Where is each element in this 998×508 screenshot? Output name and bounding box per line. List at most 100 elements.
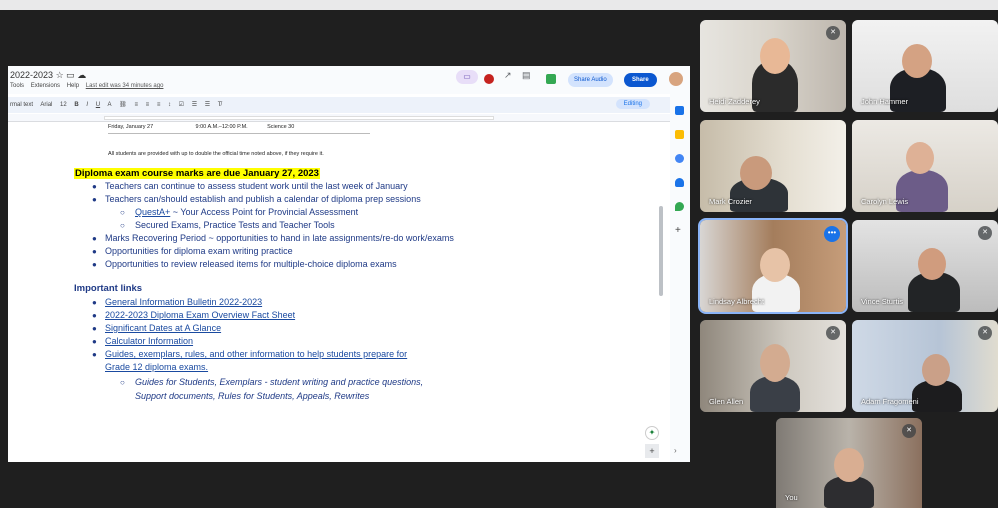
align-left-icon[interactable]: ≡ xyxy=(134,102,138,108)
mic-muted-icon: ✕ xyxy=(902,424,916,438)
participant-tile[interactable]: Mark Crozier xyxy=(700,120,846,212)
link-significant-dates[interactable]: Significant Dates at A Glance xyxy=(105,323,221,333)
link-calculator[interactable]: Calculator Information xyxy=(105,336,193,346)
menu-tools[interactable]: Tools xyxy=(10,83,24,89)
editing-mode-button[interactable]: Editing xyxy=(615,99,650,109)
participant-name: Carolyn Lewis xyxy=(861,197,909,206)
mic-muted-icon: ✕ xyxy=(826,26,840,40)
participant-tile[interactable]: ✕ Adam Fragomeni xyxy=(852,320,998,412)
doc-menubar: Tools Extensions Help Last edit was 34 m… xyxy=(10,83,168,89)
participant-name: John Hammer xyxy=(861,97,909,106)
guides-detail-line: Guides for Students, Exemplars - student… xyxy=(135,377,424,387)
participant-name: Mark Crozier xyxy=(709,197,752,206)
side-panel-rail: + xyxy=(670,94,690,462)
cloud-icon: ☁ xyxy=(77,70,87,80)
doc-scrollbar[interactable] xyxy=(659,206,663,296)
menu-help[interactable]: Help xyxy=(67,83,79,89)
bullet-dot: ● xyxy=(92,260,97,269)
bulleted-list-icon[interactable]: ☰ xyxy=(192,102,197,108)
bullet-dot: ● xyxy=(92,234,97,243)
bullet-dot: ● xyxy=(92,247,97,256)
participant-tile[interactable]: John Hammer xyxy=(852,20,998,112)
shared-screen: 2022-2023 ☆ ▭ ☁ Tools Extensions Help La… xyxy=(8,66,690,462)
mic-muted-icon: ✕ xyxy=(978,326,992,340)
sub-bullet: ○ xyxy=(120,221,125,230)
participant-name: You xyxy=(785,493,798,502)
top-strip xyxy=(0,0,998,10)
explore-icon[interactable]: ✦ xyxy=(645,426,659,440)
contacts-icon[interactable] xyxy=(675,178,684,187)
list-item: Opportunities for diploma exam writing p… xyxy=(105,246,293,256)
bullet-dot: ● xyxy=(92,337,97,346)
participant-tile[interactable]: ✕ Heidi Zadderey xyxy=(700,20,846,112)
style-select[interactable]: rmal text xyxy=(10,102,33,108)
add-ons-plus-icon[interactable]: + xyxy=(675,226,684,236)
doc-titlebar: 2022-2023 ☆ ▭ ☁ Tools Extensions Help La… xyxy=(8,66,690,94)
star-icon[interactable]: ☆ xyxy=(56,70,64,80)
participant-name: Lindsay Albrecht xyxy=(709,297,765,306)
ruler xyxy=(8,114,690,122)
bullet-dot: ● xyxy=(92,350,97,359)
participant-tile-active[interactable]: ••• Lindsay Albrecht xyxy=(698,218,848,314)
time-note: All students are provided with up to dou… xyxy=(108,151,324,157)
folder-icon[interactable]: ▭ xyxy=(66,70,75,80)
activity-icon[interactable]: ↗ xyxy=(504,70,514,80)
align-right-icon[interactable]: ≡ xyxy=(157,102,161,108)
ruler-bar xyxy=(104,116,494,120)
calendar-icon[interactable] xyxy=(675,106,684,115)
mic-muted-icon: ✕ xyxy=(826,326,840,340)
account-avatar[interactable] xyxy=(669,72,683,86)
self-view-tile[interactable]: ✕ You xyxy=(776,418,922,508)
schedule-subject: Science 30 xyxy=(267,124,295,130)
share-button[interactable]: Share xyxy=(624,73,657,87)
questa-link[interactable]: QuestA+ xyxy=(135,207,170,217)
bullet-dot: ● xyxy=(92,182,97,191)
line-spacing-icon[interactable]: ↕ xyxy=(168,102,171,108)
link-fact-sheet[interactable]: 2022-2023 Diploma Exam Overview Fact She… xyxy=(105,310,295,320)
schedule-date: Friday, January 27 xyxy=(108,124,154,130)
link-general-info[interactable]: General Information Bulletin 2022-2023 xyxy=(105,297,262,307)
doc-title[interactable]: 2022-2023 ☆ ▭ ☁ xyxy=(10,70,86,81)
bullet-dot: ● xyxy=(92,298,97,307)
numbered-list-icon[interactable]: ☰ xyxy=(205,102,210,108)
clear-formatting-icon[interactable]: T̸ xyxy=(218,102,222,108)
present-icon[interactable]: ▭ xyxy=(456,70,478,84)
link-guides-cont[interactable]: Grade 12 diploma exams. xyxy=(105,362,208,372)
list-item: Teachers can continue to assess student … xyxy=(105,181,408,191)
link-icon[interactable]: ⛓ xyxy=(119,102,127,108)
font-select[interactable]: Arial xyxy=(40,102,52,108)
more-options-icon[interactable]: ••• xyxy=(824,226,840,242)
bullet-dot: ● xyxy=(92,195,97,204)
table-divider xyxy=(108,133,370,134)
maps-icon[interactable] xyxy=(675,202,684,211)
list-item: Marks Recovering Period ~ opportunities … xyxy=(105,233,454,243)
meet-icon[interactable] xyxy=(546,74,556,84)
bold-button[interactable]: B xyxy=(74,102,78,108)
text-color-button[interactable]: A xyxy=(107,102,111,108)
participant-name: Adam Fragomeni xyxy=(861,397,919,406)
keep-icon[interactable] xyxy=(675,130,684,139)
checklist-icon[interactable]: ☑ xyxy=(179,102,184,108)
align-center-icon[interactable]: ≡ xyxy=(146,102,150,108)
share-audio-button[interactable]: Share Audio xyxy=(568,73,613,87)
menu-extensions[interactable]: Extensions xyxy=(31,83,60,89)
bullet-dot: ● xyxy=(92,311,97,320)
italic-button[interactable]: I xyxy=(86,102,88,108)
highlighted-heading: Diploma exam course marks are due Januar… xyxy=(74,168,320,179)
participant-tile[interactable]: ✕ Glen Allen xyxy=(700,320,846,412)
participant-tile[interactable]: ✕ Vince Sturtis xyxy=(852,220,998,312)
comment-icon[interactable]: ▤ xyxy=(522,70,532,80)
bullet-dot: ● xyxy=(92,324,97,333)
user-avatar-icon[interactable] xyxy=(484,74,494,84)
guides-detail-line: Support documents, Rules for Students, A… xyxy=(135,391,370,401)
chevron-right-icon[interactable]: › xyxy=(674,446,677,455)
tasks-icon[interactable] xyxy=(675,154,684,163)
participant-tile[interactable]: Carolyn Lewis xyxy=(852,120,998,212)
underline-button[interactable]: U xyxy=(96,102,100,108)
participant-name: Heidi Zadderey xyxy=(709,97,760,106)
add-icon[interactable]: + xyxy=(645,444,659,458)
list-item: QuestA+ ~ Your Access Point for Provinci… xyxy=(135,207,359,217)
last-edit-link[interactable]: Last edit was 34 minutes ago xyxy=(86,83,164,89)
font-size[interactable]: 12 xyxy=(60,102,67,108)
link-guides[interactable]: Guides, exemplars, rules, and other info… xyxy=(105,349,407,359)
